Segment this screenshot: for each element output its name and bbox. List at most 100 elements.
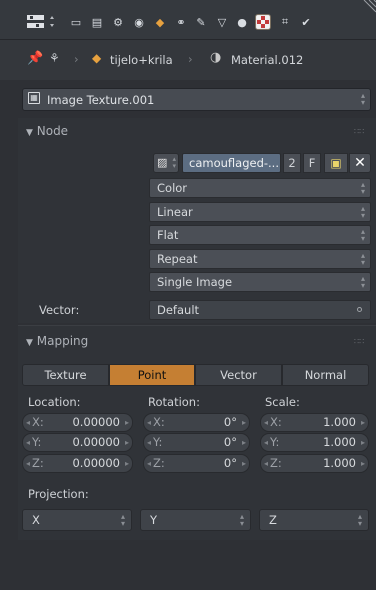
projection-x-value: X [32, 513, 40, 527]
axis-z-label: Z: [153, 456, 165, 470]
dropdown-arrows-icon: ▴ ▾ [239, 512, 244, 528]
scene-icon[interactable]: ⚙ [110, 14, 126, 30]
panel-drag-handle-icon[interactable]: ∷∷ [354, 337, 364, 346]
decrement-arrow-icon: ◂ [26, 438, 31, 447]
projection-z-dropdown[interactable]: Z ▴ ▾ [259, 509, 369, 531]
dropdown-arrows-icon: ▴ ▾ [360, 91, 365, 107]
object-icon[interactable]: ◆ [152, 14, 168, 30]
color-space-value: Color [157, 181, 188, 195]
increment-arrow-icon: ▸ [360, 438, 365, 447]
dropdown-arrows-icon: ▴ ▾ [360, 274, 365, 290]
unlink-image-icon[interactable]: ✕ [349, 153, 371, 173]
increment-arrow-icon: ▸ [241, 438, 246, 447]
node-selector-value: Image Texture.001 [47, 93, 155, 107]
constraints-icon[interactable]: ⚭ [173, 14, 189, 30]
vector-input-field[interactable]: Default [149, 300, 371, 320]
pin-icon[interactable]: 📌 [27, 51, 43, 66]
projection-y-value: Y [150, 513, 158, 527]
socket-dot-icon [357, 307, 362, 312]
panel-drag-handle-icon[interactable]: ∷∷ [354, 127, 364, 136]
increment-arrow-icon: ▸ [360, 459, 365, 468]
interpolation-dropdown[interactable]: Linear ▴ ▾ [149, 202, 371, 222]
texture-icon[interactable] [255, 14, 271, 30]
node-panel-header[interactable]: ▼ Node [26, 124, 68, 138]
fake-user-button[interactable]: F [303, 153, 321, 173]
node-selector[interactable]: ▦ Image Texture.001 ▴ ▾ [22, 88, 371, 111]
decrement-arrow-icon: ◂ [264, 459, 269, 468]
extension-dropdown[interactable]: Repeat ▴ ▾ [149, 249, 371, 269]
tab-normal[interactable]: Normal [282, 364, 369, 386]
tab-texture[interactable]: Texture [22, 364, 109, 386]
area-corner-icon[interactable] [360, 0, 376, 16]
projection-x-dropdown[interactable]: X ▴ ▾ [22, 509, 132, 531]
tab-point[interactable]: Point [109, 364, 195, 386]
world-icon[interactable]: ◉ [131, 14, 147, 30]
breadcrumb-separator-icon: › [188, 52, 193, 66]
rotation-y-value: 0° [223, 435, 237, 449]
rotation-y-field[interactable]: ◂ Y: 0° ▸ [143, 433, 250, 452]
dropdown-arrows-icon: ▴ ▾ [120, 512, 125, 528]
scale-z-field[interactable]: ◂ Z: 1.000 ▸ [260, 454, 369, 473]
projection-method-dropdown[interactable]: Flat ▴ ▾ [149, 225, 371, 245]
increment-arrow-icon: ▸ [124, 438, 129, 447]
node-panel-title: Node [36, 124, 69, 138]
physics-icon[interactable]: ✔ [298, 14, 314, 30]
scale-label: Scale: [265, 395, 300, 409]
extension-value: Repeat [157, 252, 198, 266]
editor-type-icon[interactable] [26, 13, 58, 31]
dropdown-arrows-icon: ▴ ▾ [357, 512, 362, 528]
tab-vector[interactable]: Vector [195, 364, 282, 386]
location-y-value: 0.00000 [72, 435, 120, 449]
image-name-field[interactable]: camouflaged-... [182, 153, 281, 173]
location-y-field[interactable]: ◂ Y: 0.00000 ▸ [22, 433, 133, 452]
rotation-z-field[interactable]: ◂ Z: 0° ▸ [143, 454, 250, 473]
rotation-label: Rotation: [148, 395, 200, 409]
image-browse-button[interactable]: ▨ ▴ ▾ [153, 153, 179, 173]
axis-y-label: Y: [32, 435, 42, 449]
location-z-value: 0.00000 [72, 456, 120, 470]
projection-z-value: Z [269, 513, 277, 527]
increment-arrow-icon: ▸ [241, 459, 246, 468]
vector-label: Vector: [39, 303, 80, 317]
mapping-panel-header[interactable]: ▼ Mapping [26, 334, 88, 348]
modifiers-icon[interactable]: ✎ [193, 14, 209, 30]
image-source-dropdown[interactable]: Single Image ▴ ▾ [149, 272, 371, 292]
image-icon: ▨ [157, 156, 168, 169]
material-icon[interactable]: ● [234, 14, 250, 30]
increment-arrow-icon: ▸ [360, 418, 365, 427]
open-image-icon[interactable]: ▣ [324, 153, 348, 173]
decrement-arrow-icon: ◂ [147, 418, 152, 427]
projection-y-dropdown[interactable]: Y ▴ ▾ [140, 509, 251, 531]
scale-y-value: 1.000 [323, 435, 356, 449]
location-z-field[interactable]: ◂ Z: 0.00000 ▸ [22, 454, 133, 473]
axis-z-label: Z: [32, 456, 44, 470]
render-layers-icon[interactable]: ▤ [89, 14, 105, 30]
axis-x-label: X: [270, 415, 282, 429]
image-name: camouflaged-... [189, 156, 279, 170]
breadcrumb-material[interactable]: Material.012 [231, 53, 303, 67]
data-icon[interactable]: ▽ [214, 14, 230, 30]
breadcrumb-separator-icon: › [74, 52, 79, 66]
particles-icon[interactable]: ⌗ [277, 14, 293, 30]
decrement-arrow-icon: ◂ [26, 459, 31, 468]
object-breadcrumb-icon: ◆ [92, 51, 102, 65]
dropdown-arrows-icon: ▴ ▾ [360, 204, 365, 220]
color-space-dropdown[interactable]: Color ▴ ▾ [149, 178, 371, 198]
scale-z-value: 1.000 [323, 456, 356, 470]
image-users-count[interactable]: 2 [283, 153, 301, 173]
breadcrumb-object[interactable]: tijelo+krila [110, 53, 173, 67]
axis-z-label: Z: [270, 456, 282, 470]
scale-x-field[interactable]: ◂ X: 1.000 ▸ [260, 413, 369, 432]
rotation-x-value: 0° [223, 415, 237, 429]
decrement-arrow-icon: ◂ [147, 459, 152, 468]
scale-y-field[interactable]: ◂ Y: 1.000 ▸ [260, 433, 369, 452]
location-x-field[interactable]: ◂ X: 0.00000 ▸ [22, 413, 133, 432]
collapse-arrow-icon: ▼ [26, 128, 33, 138]
render-icon[interactable]: ▭ [68, 14, 84, 30]
projection-method-value: Flat [157, 228, 179, 242]
rotation-x-field[interactable]: ◂ X: 0° ▸ [143, 413, 250, 432]
vector-input-value: Default [157, 303, 200, 317]
rotation-z-value: 0° [223, 456, 237, 470]
axis-y-label: Y: [153, 435, 163, 449]
decrement-arrow-icon: ◂ [264, 418, 269, 427]
